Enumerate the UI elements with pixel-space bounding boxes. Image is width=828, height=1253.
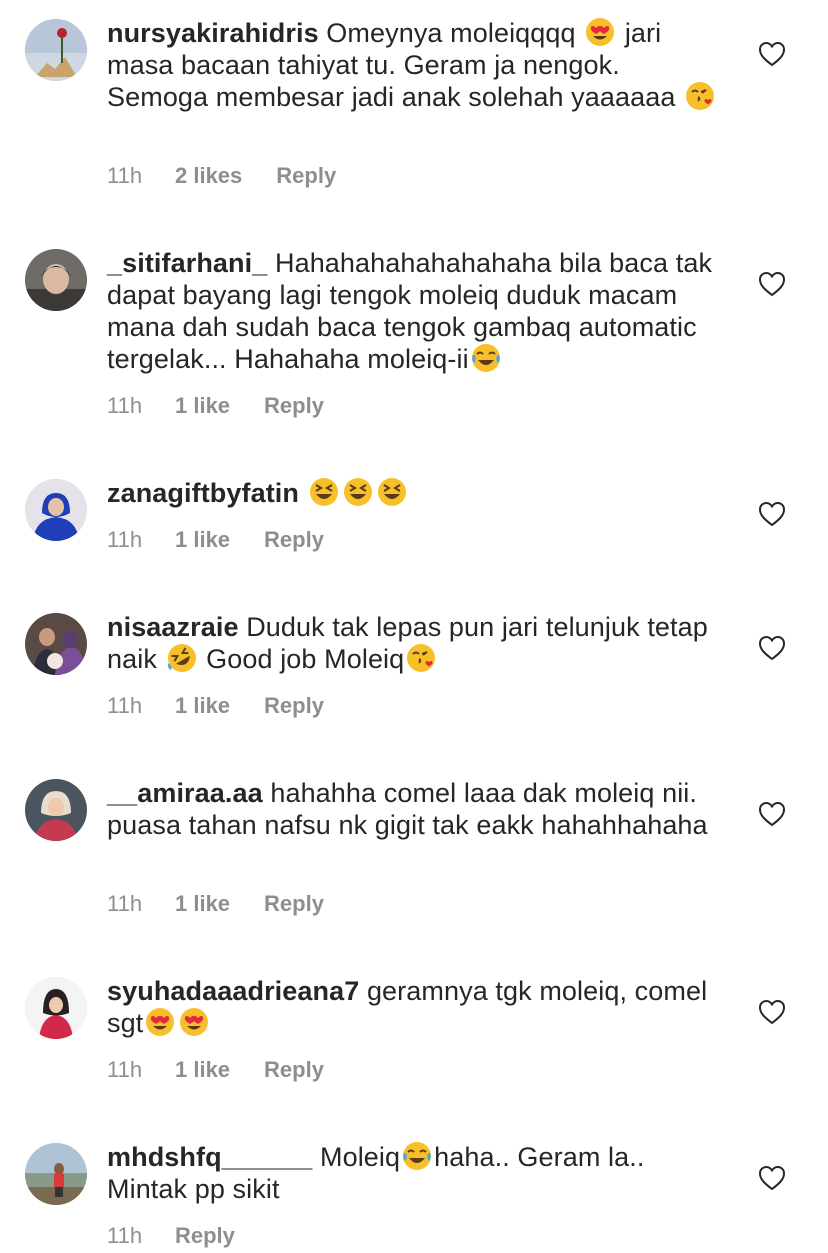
comment-time: 11h bbox=[107, 1223, 143, 1248]
tears-of-joy-emoji bbox=[471, 343, 501, 373]
comment-body: __amiraa.aa hahahha comel laaa dak molei… bbox=[107, 777, 722, 841]
comment-time: 11h bbox=[107, 527, 143, 552]
comment-meta: 11h 1 like Reply bbox=[107, 691, 324, 721]
comment-meta: 11h 2 likes Reply bbox=[107, 161, 336, 191]
comment-username[interactable]: mhdshfq______ bbox=[107, 1142, 312, 1172]
avatar[interactable] bbox=[25, 779, 87, 841]
heart-outline-icon[interactable] bbox=[758, 271, 786, 297]
avatar[interactable] bbox=[25, 613, 87, 675]
comment-body: zanagiftbyfatin bbox=[107, 477, 722, 509]
comment-likes[interactable]: 1 like bbox=[175, 691, 230, 721]
reply-button[interactable]: Reply bbox=[264, 391, 324, 421]
comment-likes[interactable]: 1 like bbox=[175, 889, 230, 919]
avatar[interactable] bbox=[25, 19, 87, 81]
reply-button[interactable]: Reply bbox=[264, 889, 324, 919]
comment-meta: 11h 1 like Reply bbox=[107, 391, 324, 421]
comment-likes[interactable]: 1 like bbox=[175, 1055, 230, 1085]
comment-likes[interactable]: 2 likes bbox=[175, 161, 242, 191]
comment-time: 11h bbox=[107, 693, 143, 718]
heart-outline-icon[interactable] bbox=[758, 999, 786, 1025]
heart-outline-icon[interactable] bbox=[758, 41, 786, 67]
comment-likes[interactable]: 1 like bbox=[175, 391, 230, 421]
face-blowing-kiss-emoji bbox=[406, 643, 436, 673]
comment-time: 11h bbox=[107, 163, 143, 188]
comment-username[interactable]: __amiraa.aa bbox=[107, 778, 263, 808]
reply-button[interactable]: Reply bbox=[264, 691, 324, 721]
comment-meta: 11h 1 like Reply bbox=[107, 1055, 324, 1085]
comment-text: Omeynya moleiqqqq bbox=[318, 18, 584, 48]
comment-body: mhdshfq______ Moleiq haha.. Geram la.. Mi… bbox=[107, 1141, 722, 1205]
grinning-squinting-emoji bbox=[309, 477, 339, 507]
comment-text: Moleiq bbox=[312, 1142, 401, 1172]
comment-text: Good job Moleiq bbox=[198, 644, 405, 674]
heart-outline-icon[interactable] bbox=[758, 635, 786, 661]
rolling-on-floor-laughing-emoji bbox=[167, 643, 197, 673]
avatar[interactable] bbox=[25, 977, 87, 1039]
avatar[interactable] bbox=[25, 249, 87, 311]
comment-meta: 11h 1 like Reply bbox=[107, 889, 324, 919]
reply-button[interactable]: Reply bbox=[264, 1055, 324, 1085]
comment-username[interactable]: zanagiftbyfatin bbox=[107, 478, 299, 508]
heart-outline-icon[interactable] bbox=[758, 801, 786, 827]
heart-eyes-emoji bbox=[179, 1007, 209, 1037]
reply-button[interactable]: Reply bbox=[276, 161, 336, 191]
comment-meta: 11h Reply bbox=[107, 1221, 235, 1251]
comment-username[interactable]: _sitifarhani_ bbox=[107, 248, 267, 278]
comment-time: 11h bbox=[107, 891, 143, 916]
avatar[interactable] bbox=[25, 479, 87, 541]
grinning-squinting-emoji bbox=[377, 477, 407, 507]
comment-body: _sitifarhani_ Hahahahahahahahaha bila ba… bbox=[107, 247, 722, 375]
grinning-squinting-emoji bbox=[343, 477, 373, 507]
comment-meta: 11h 1 like Reply bbox=[107, 525, 324, 555]
comment-time: 11h bbox=[107, 393, 143, 418]
tears-of-joy-emoji bbox=[402, 1141, 432, 1171]
comment-username[interactable]: syuhadaaadrieana7 bbox=[107, 976, 359, 1006]
reply-button[interactable]: Reply bbox=[175, 1221, 235, 1251]
comment-body: syuhadaaadrieana7 geramnya tgk moleiq, c… bbox=[107, 975, 722, 1039]
comment-username[interactable]: nursyakirahidris bbox=[107, 18, 319, 48]
heart-outline-icon[interactable] bbox=[758, 501, 786, 527]
comment-body: nisaazraie Duduk tak lepas pun jari telu… bbox=[107, 611, 722, 675]
heart-eyes-emoji bbox=[145, 1007, 175, 1037]
heart-outline-icon[interactable] bbox=[758, 1165, 786, 1191]
avatar[interactable] bbox=[25, 1143, 87, 1205]
reply-button[interactable]: Reply bbox=[264, 525, 324, 555]
comment-body: nursyakirahidris Omeynya moleiqqqq jari … bbox=[107, 17, 722, 113]
comment-text bbox=[299, 478, 307, 508]
heart-eyes-emoji bbox=[585, 17, 615, 47]
comment-likes[interactable]: 1 like bbox=[175, 525, 230, 555]
face-blowing-kiss-emoji bbox=[685, 81, 715, 111]
comment-username[interactable]: nisaazraie bbox=[107, 612, 239, 642]
comment-time: 11h bbox=[107, 1057, 143, 1082]
